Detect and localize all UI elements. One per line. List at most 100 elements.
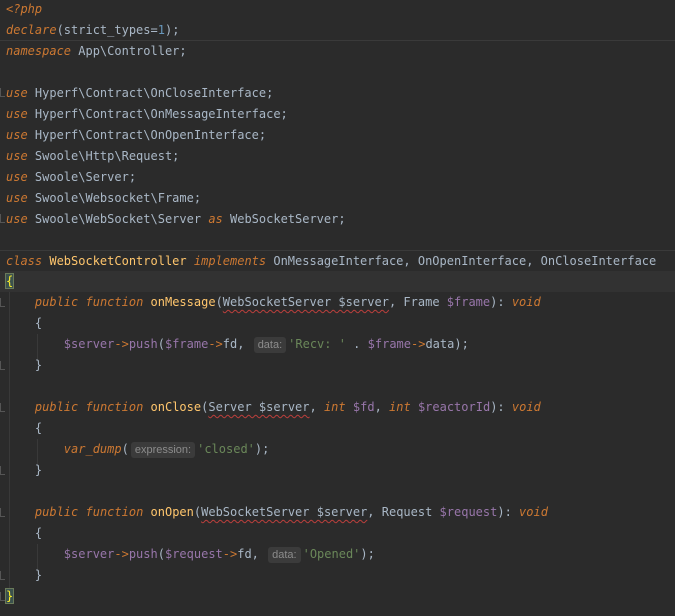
code-line-3[interactable]: namespace App\Controller; [6,41,675,62]
code-line-21[interactable]: { [6,418,675,439]
arrow-operator: -> [114,547,129,561]
code-line-28[interactable]: } [6,565,675,586]
parameter-hint: data: [268,546,301,563]
fold-marker-icon[interactable] [0,361,5,370]
number-literal: 1 [157,23,165,37]
fold-marker-icon[interactable] [0,298,5,307]
code-text: ( [157,337,165,351]
function-keyword: function [85,400,144,414]
interface-list: OnMessageInterface, OnOpenInterface, OnC… [266,254,657,268]
brace: } [34,568,43,582]
use-path: Hyperf\Contract\OnOpenInterface; [27,128,267,142]
brace: { [34,316,43,330]
fold-marker-icon[interactable] [0,403,5,412]
namespace-keyword: namespace [6,44,72,58]
method-call: push [128,547,158,561]
variable: $request [439,505,498,519]
fold-marker-icon[interactable] [0,571,5,580]
use-path: Swoole\Server; [27,170,137,184]
use-path: Hyperf\Contract\OnCloseInterface; [27,86,274,100]
fold-marker-icon[interactable] [0,466,5,475]
fold-marker-icon[interactable] [0,214,5,223]
code-line-9[interactable]: use Swoole\Server; [6,167,675,188]
code-line-15[interactable]: public function onMessage(WebSocketServe… [6,292,675,313]
fold-marker-icon[interactable] [0,592,5,601]
code-line-27[interactable]: $server->push($request->fd, data: 'Opened… [6,544,675,565]
code-line-13[interactable]: class WebSocketController implements OnM… [6,251,675,272]
variable: $fd [352,400,375,414]
code-line-18[interactable]: } [6,355,675,376]
brace: { [34,526,43,540]
fold-marker-icon[interactable] [0,88,5,97]
void-keyword: void [511,295,541,309]
code-text: ): [490,400,512,414]
use-path: Hyperf\Contract\OnMessageInterface; [27,107,288,121]
code-text: , Frame [388,295,447,309]
method-name: onMessage [150,295,216,309]
brace: } [34,463,43,477]
string-literal: 'closed' [197,442,255,456]
class-name: WebSocketController [49,254,187,268]
method-call: push [128,337,158,351]
code-line-26[interactable]: { [6,523,675,544]
code-text: ( [215,295,223,309]
fold-marker-icon[interactable] [0,508,5,517]
code-line-22[interactable]: var_dump(expression:'closed'); [6,439,675,460]
code-line-29[interactable]: } [4,586,675,607]
code-text: , [374,400,390,414]
code-line-6[interactable]: use Hyperf\Contract\OnMessageInterface; [6,104,675,125]
use-keyword: use [6,86,28,100]
code-text: fd, [222,337,252,351]
implements-keyword: implements [193,254,267,268]
arrow-operator: -> [222,547,238,561]
code-line-2[interactable]: declare(strict_types=1); [6,20,675,41]
code-line-5[interactable]: use Hyperf\Contract\OnCloseInterface; [6,83,675,104]
use-keyword: use [6,212,28,226]
arrow-operator: -> [208,337,223,351]
as-keyword: as [208,212,223,226]
variable: $reactorId [417,400,491,414]
arrow-operator: -> [114,337,129,351]
method-name: onClose [150,400,202,414]
code-line-14[interactable]: { [4,271,675,292]
code-line-16[interactable]: { [6,313,675,334]
function-keyword: function [85,295,144,309]
code-line-23[interactable]: } [6,460,675,481]
code-line-25[interactable]: public function onOpen(WebSocketServer $… [6,502,675,523]
code-line-11[interactable]: use Swoole\WebSocket\Server as WebSocket… [6,209,675,230]
void-keyword: void [519,505,548,519]
string-literal: 'Recv: ' [288,337,346,351]
int-keyword: int [323,400,346,414]
code-line-8[interactable]: use Swoole\Http\Request; [6,146,675,167]
code-line-17[interactable]: $server->push($frame->fd, data: 'Recv: ' … [6,334,675,355]
use-alias: WebSocketServer; [222,212,346,226]
code-text: ( [121,442,129,456]
php-open-tag: <?php [6,2,43,16]
code-editor[interactable]: <?php declare(strict_types=1); namespace… [0,0,675,616]
error-underlined-param: Server $server [208,400,310,414]
code-text: ): [497,505,520,519]
code-text: fd, [237,547,267,561]
code-line-1[interactable]: <?php [6,0,675,20]
code-line-20[interactable]: public function onClose(Server $server, … [6,397,675,418]
fold-gutter[interactable] [0,0,5,616]
matched-brace: { [4,273,15,289]
parameter-hint: expression: [130,441,196,458]
code-text: . [345,337,368,351]
class-keyword: class [6,254,43,268]
code-line-10[interactable]: use Swoole\Websocket\Frame; [6,188,675,209]
code-line-7[interactable]: use Hyperf\Contract\OnOpenInterface; [6,125,675,146]
method-name: onOpen [150,505,194,519]
public-keyword: public [34,295,79,309]
